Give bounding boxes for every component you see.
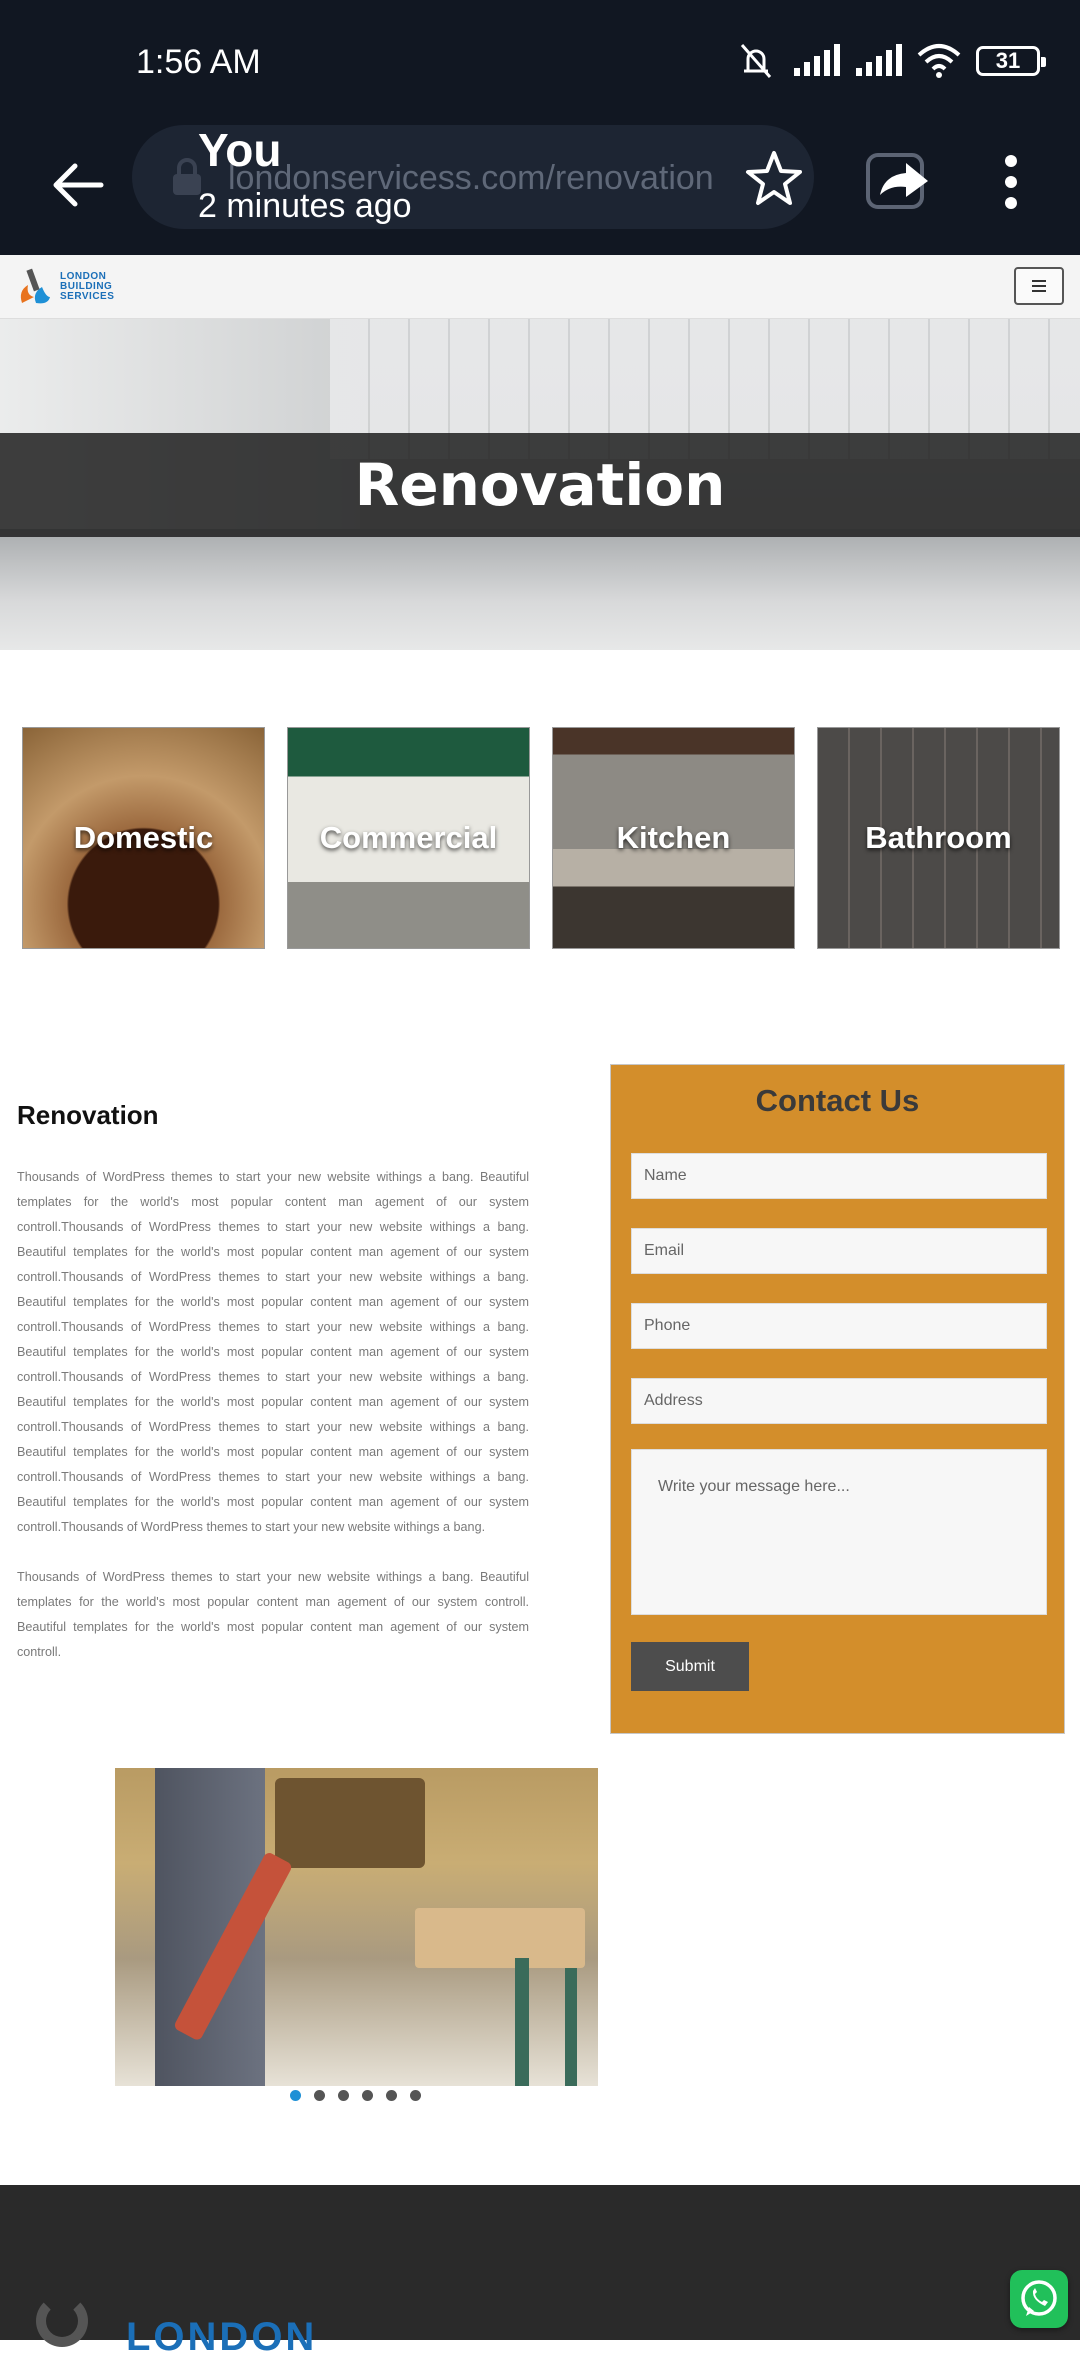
signal-icon-1 [794,44,840,76]
hero-title-band: Renovation [0,433,1080,537]
slider-dot[interactable] [362,2090,373,2101]
footer-logo-text: LONDON [126,2315,318,2359]
whatsapp-icon [1021,2280,1057,2316]
overlay-subtitle: 2 minutes ago [198,187,412,225]
browser-toolbar: londonservicess.com/renovation You 2 min… [0,124,1080,255]
mute-icon [740,44,772,78]
status-icons: 31 [734,38,1046,84]
slider-image[interactable] [115,1768,598,2086]
site-footer: LONDON [0,2185,1080,2359]
site-navbar: LONDON BUILDING SERVICES [0,255,1080,319]
content-title: Renovation [17,1100,159,1130]
battery-icon: 31 [976,46,1046,76]
category-tiles: Domestic Commercial Kitchen Bathroom [22,727,1060,949]
wrench-flame-icon [20,268,50,304]
more-vert-icon[interactable] [990,147,1032,217]
address-field[interactable] [631,1378,1047,1424]
nav-menu-button[interactable] [1014,267,1064,305]
message-field[interactable] [631,1449,1047,1615]
wifi-icon [917,44,961,78]
slider-dot[interactable] [338,2090,349,2101]
name-field[interactable] [631,1153,1047,1199]
category-label: Kitchen [616,820,731,855]
arrow-left-icon [53,163,104,207]
category-bathroom[interactable]: Bathroom [817,727,1060,949]
site-logo[interactable]: LONDON BUILDING SERVICES [16,265,114,309]
logo-text: LONDON BUILDING SERVICES [60,272,114,302]
overlay-title: You [198,124,282,176]
whatsapp-button[interactable] [1010,2270,1068,2328]
hero-banner: Renovation [0,319,1080,650]
status-bar: 1:56 AM 31 [0,0,1080,125]
back-button[interactable] [38,145,118,225]
phone-field[interactable] [631,1303,1047,1349]
category-label: Commercial [319,820,498,855]
contact-title: Contact Us [755,1083,920,1118]
signal-icon-2 [856,44,902,76]
submit-button[interactable]: Submit [631,1642,749,1691]
slider-dot[interactable] [410,2090,421,2101]
bookmark-star-icon[interactable] [742,147,806,211]
category-domestic[interactable]: Domestic [22,727,265,949]
email-field[interactable] [631,1228,1047,1274]
slider-dot[interactable] [290,2090,301,2101]
footer-logo-icon [36,2295,88,2347]
slider-dot[interactable] [386,2090,397,2101]
contact-form: Contact Us Submit [610,1064,1065,1734]
slider-dots [290,2090,421,2101]
category-label: Domestic [73,820,214,855]
logo-line-3: SERVICES [60,291,115,302]
slider-dot[interactable] [314,2090,325,2101]
category-label: Bathroom [865,820,1012,855]
menu-icon [1032,280,1046,282]
hero-title: Renovation [354,451,726,519]
category-kitchen[interactable]: Kitchen [552,727,795,949]
share-icon[interactable] [866,151,932,211]
content-paragraph-1: Thousands of WordPress themes to start y… [17,1170,529,1534]
content-paragraph-2: Thousands of WordPress themes to start y… [17,1570,529,1659]
status-time: 1:56 AM [136,43,261,81]
category-commercial[interactable]: Commercial [287,727,530,949]
